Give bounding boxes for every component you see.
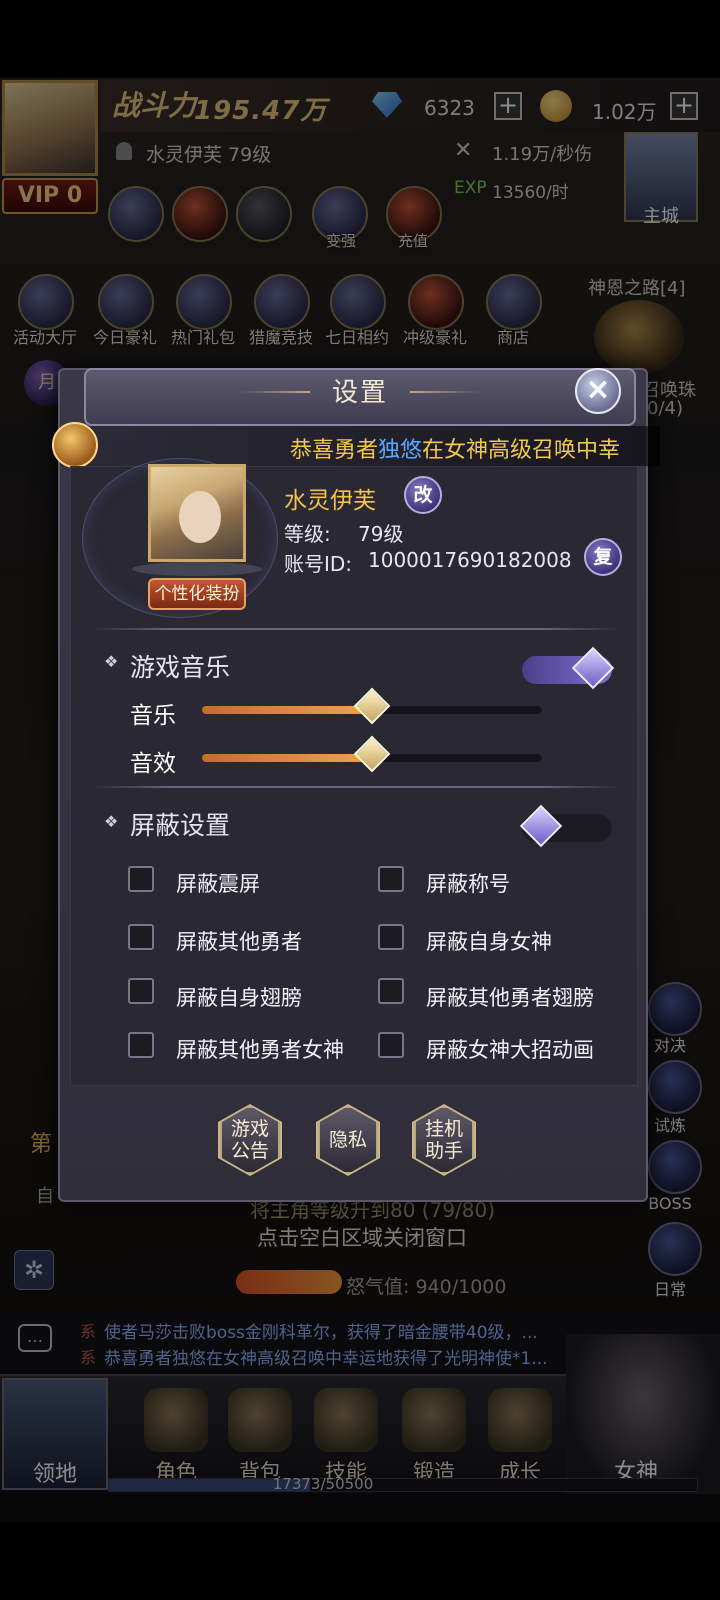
- customize-outfit-button[interactable]: 个性化装扮: [148, 578, 246, 610]
- section-bullet-icon: ❖: [104, 652, 119, 671]
- option-checkbox-8[interactable]: [378, 1032, 404, 1058]
- shield-section-title: 屏蔽设置: [130, 811, 231, 840]
- avatar[interactable]: [148, 464, 246, 562]
- close-button[interactable]: ×: [575, 368, 621, 414]
- music-label: 音乐: [130, 703, 176, 729]
- game-notice-line-2: 公告: [230, 1140, 269, 1162]
- music-slider-fill: [202, 706, 372, 714]
- account-id-value: 1000017690182008: [368, 548, 572, 572]
- option-label-2: 屏蔽称号: [426, 872, 510, 896]
- afk-helper-line-2: 助手: [424, 1140, 463, 1162]
- divider-1: [92, 628, 620, 630]
- marquee-text: 恭喜勇者独悠在女神高级召唤中幸: [290, 432, 620, 464]
- option-label-5: 屏蔽自身翅膀: [176, 986, 302, 1010]
- level-value: 79级: [358, 522, 404, 546]
- marquee-prefix: 恭喜勇者: [290, 438, 379, 463]
- level-label: 等级:: [284, 522, 331, 546]
- avatar-shadow: [132, 562, 262, 576]
- music-slider[interactable]: [202, 687, 542, 725]
- privacy-label: 隐私: [328, 1129, 367, 1151]
- game-notice-line-1: 游戏: [230, 1118, 269, 1140]
- option-checkbox-4[interactable]: [378, 924, 404, 950]
- music-section-title: 游戏音乐: [130, 653, 231, 682]
- sfx-slider-fill: [202, 754, 372, 762]
- afk-helper-text: 挂机 助手: [425, 1118, 463, 1162]
- shield-toggle[interactable]: [519, 804, 612, 848]
- option-checkbox-7[interactable]: [128, 1032, 154, 1058]
- trophy-icon: [52, 422, 98, 468]
- game-notice-text: 游戏 公告: [231, 1118, 269, 1162]
- divider-2: [92, 786, 620, 788]
- option-checkbox-5[interactable]: [128, 978, 154, 1004]
- marquee-name: 独悠: [378, 438, 423, 463]
- music-toggle[interactable]: [522, 646, 615, 690]
- avatar-face: [179, 491, 221, 543]
- option-label-1: 屏蔽震屏: [176, 872, 260, 896]
- afk-helper-line-1: 挂机: [424, 1118, 463, 1140]
- player-name: 水灵伊芙: [284, 488, 376, 514]
- rename-button[interactable]: 改: [404, 476, 442, 514]
- sfx-label: 音效: [130, 751, 176, 777]
- option-label-6: 屏蔽其他勇者翅膀: [426, 986, 594, 1010]
- option-label-8: 屏蔽女神大招动画: [426, 1038, 594, 1062]
- sfx-slider[interactable]: [202, 735, 542, 773]
- option-label-3: 屏蔽其他勇者: [176, 930, 302, 954]
- option-checkbox-1[interactable]: [128, 866, 154, 892]
- dialog-title: 设置: [331, 378, 388, 408]
- marquee-suffix: 在女神高级召唤中幸: [422, 438, 621, 463]
- option-checkbox-6[interactable]: [378, 978, 404, 1004]
- copy-id-button[interactable]: 复: [584, 538, 622, 576]
- option-label-7: 屏蔽其他勇者女神: [176, 1038, 344, 1062]
- account-id-label: 账号ID:: [284, 552, 353, 576]
- option-checkbox-2[interactable]: [378, 866, 404, 892]
- section-bullet-icon-2: ❖: [104, 812, 119, 831]
- option-checkbox-3[interactable]: [128, 924, 154, 950]
- option-label-4: 屏蔽自身女神: [426, 930, 552, 954]
